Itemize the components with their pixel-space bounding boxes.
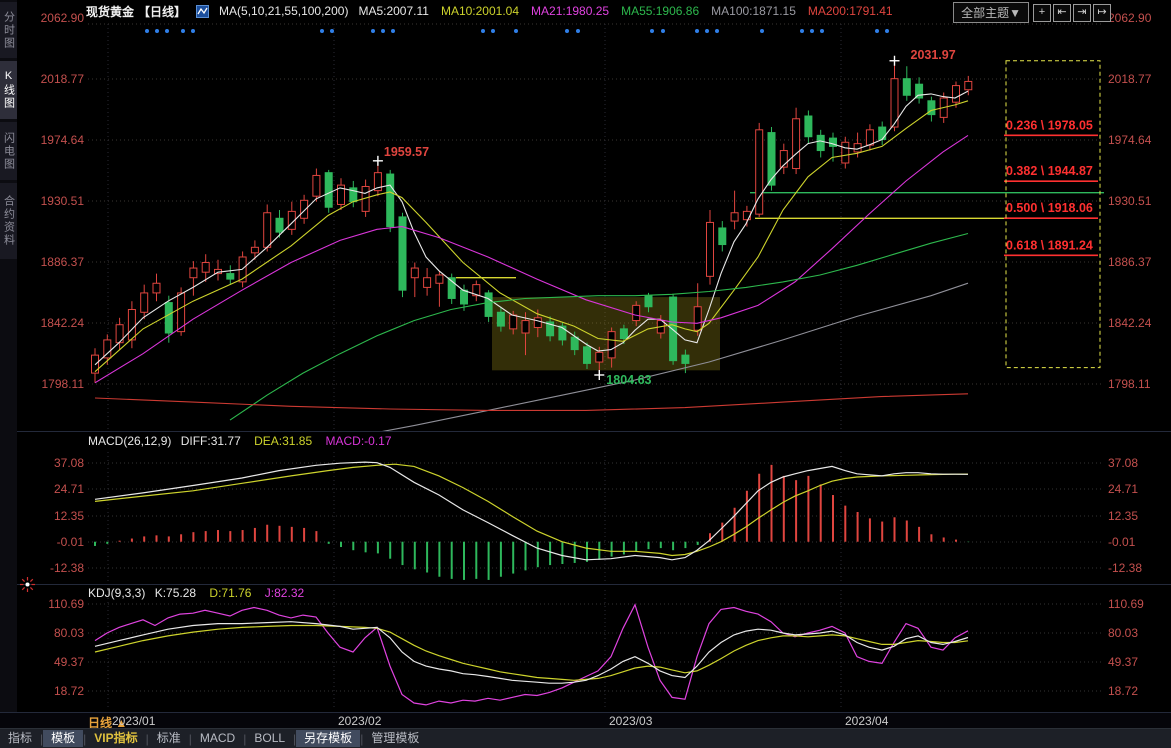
chart-type-icon[interactable] [196, 5, 209, 18]
toolbar-tab-模板[interactable]: 模板 [43, 730, 83, 747]
chart-header: 现货黄金【日线】 MA(5,10,21,55,100,200) MA5:2007… [86, 0, 893, 22]
price-axis-label: 1842.24 [1108, 316, 1152, 330]
all-themes-button[interactable]: 全部主题▼ [953, 2, 1029, 23]
price-axis-label: 2018.77 [41, 72, 85, 86]
ma-values: MA5:2007.11 MA10:2001.04 MA21:1980.25 MA55:… [358, 4, 892, 18]
kdj-title: KDJ(9,3,3) [88, 586, 145, 600]
price-axis-label: 2018.77 [1108, 72, 1152, 86]
macd-axis-label: 12.35 [1108, 509, 1138, 523]
bottom-toolbar: 指标|模板|VIP指标|标准|MACD|BOLL|另存模板|管理模板 [0, 728, 1171, 748]
sidebar-item-kline-chart[interactable]: K线图 [0, 61, 17, 119]
price-axis-label: 2062.90 [1108, 11, 1152, 25]
macd-axis-label: -0.01 [57, 535, 85, 549]
price-axis-label: 1930.51 [1108, 194, 1152, 208]
ma-value-5: MA200:1791.41 [808, 4, 893, 18]
popout-icon[interactable]: ↦ [1093, 4, 1111, 22]
sidebar-item-contract-info[interactable]: 合约资料 [0, 183, 17, 259]
price-axis-label: 1842.24 [41, 316, 85, 330]
toolbar-tab-VIP指标[interactable]: VIP指标 [86, 730, 145, 747]
price-annotation: 1959.57 [384, 145, 429, 159]
price-annotation: 1804.63 [606, 373, 651, 387]
macd-axis-label: 37.08 [54, 456, 84, 470]
price-axis-label: 1930.51 [41, 194, 85, 208]
kdj-k-value: K:75.28 [155, 586, 196, 600]
macd-axis-label: 24.71 [54, 482, 84, 496]
price-axis-label: 2062.90 [41, 11, 85, 25]
toolbar-tab-另存模板[interactable]: 另存模板 [296, 730, 360, 747]
ma-settings-label: MA(5,10,21,55,100,200) [219, 4, 348, 18]
toolbar-tab-MACD[interactable]: MACD [192, 730, 243, 747]
macd-axis-label: 12.35 [54, 509, 84, 523]
macd-panel-title: MACD(26,12,9) DIFF:31.77 DEA:31.85 MACD:… [88, 434, 392, 448]
price-axis-label: 1886.37 [41, 255, 85, 269]
chart-type-sidebar: 分时图 K线图 闪电图 合约资料 [0, 0, 17, 712]
toolbar-tab-管理模板[interactable]: 管理模板 [363, 730, 427, 747]
price-axis-label: 1798.11 [42, 377, 85, 391]
kdj-axis-label: 49.37 [54, 655, 84, 669]
indicator-settings-icon[interactable] [20, 577, 35, 592]
kdj-axis-label: 80.03 [1108, 626, 1138, 640]
kdj-axis-label: 18.72 [1108, 684, 1138, 698]
scroll-right-icon[interactable]: ⇥ [1073, 4, 1091, 22]
date-label: 2023/04 [845, 714, 888, 728]
kdj-axis-label: 110.69 [1108, 597, 1144, 611]
date-label: 2023/02 [338, 714, 381, 728]
macd-dea-value: DEA:31.85 [254, 434, 312, 448]
chart-canvas[interactable]: 0.236 \ 1978.05 0.382 \ 1944.87 0.500 \ 19… [0, 0, 1171, 747]
macd-axis-label: -0.01 [1108, 535, 1136, 549]
top-controls: 全部主题▼ +⇤⇥↦ [953, 2, 1111, 23]
kdj-axis-label: 80.03 [54, 626, 84, 640]
kdj-axis-label: 49.37 [1108, 655, 1138, 669]
scroll-left-icon[interactable]: ⇤ [1053, 4, 1071, 22]
toolbar-tab-BOLL[interactable]: BOLL [246, 730, 293, 747]
kdj-panel-title: KDJ(9,3,3) K:75.28 D:71.76 J:82.32 [88, 586, 304, 600]
fib-level-label: 0.382 \ 1944.87 [1006, 164, 1093, 178]
macd-axis-label: 37.08 [1108, 456, 1138, 470]
fib-level-label: 0.618 \ 1891.24 [1006, 238, 1093, 252]
price-axis-label: 1798.11 [1108, 377, 1151, 391]
ma-value-3: MA55:1906.86 [621, 4, 699, 18]
macd-title: MACD(26,12,9) [88, 434, 171, 448]
date-label: 2023/03 [609, 714, 652, 728]
sidebar-item-flash-chart[interactable]: 闪电图 [0, 122, 17, 180]
price-annotation: 2031.97 [911, 48, 956, 62]
kdj-j-value: J:82.32 [265, 586, 304, 600]
price-axis-label: 1886.37 [1108, 255, 1152, 269]
macd-axis-label: -12.38 [1108, 561, 1142, 575]
price-axis-label: 1974.64 [41, 133, 85, 147]
toolbar-tab-标准[interactable]: 标准 [149, 730, 189, 747]
date-axis: 日线 ▲ 2023/012023/022023/032023/04 [0, 712, 1171, 728]
fib-level-label: 0.236 \ 1978.05 [1006, 118, 1093, 132]
sidebar-item-time-chart[interactable]: 分时图 [0, 2, 17, 58]
fib-level-label: 0.500 \ 1918.06 [1006, 201, 1093, 215]
macd-value: MACD:-0.17 [325, 434, 391, 448]
macd-diff-value: DIFF:31.77 [181, 434, 241, 448]
kdj-d-value: D:71.76 [209, 586, 251, 600]
ma-value-4: MA100:1871.15 [711, 4, 796, 18]
kdj-axis-label: 110.69 [48, 597, 84, 611]
period-tag: 【日线】 [138, 3, 186, 20]
crosshair-icon[interactable]: + [1033, 4, 1051, 22]
macd-axis-label: 24.71 [1108, 482, 1138, 496]
toolbar-tab-指标[interactable]: 指标 [0, 730, 40, 747]
date-label: 2023/01 [112, 714, 155, 728]
ma-value-1: MA10:2001.04 [441, 4, 519, 18]
macd-axis-label: -12.38 [50, 561, 84, 575]
kdj-axis-label: 18.72 [54, 684, 84, 698]
ma-value-0: MA5:2007.11 [358, 4, 429, 18]
trading-app: { "header": { "symbol": "现货黄金", "period"… [0, 0, 1171, 747]
symbol-name: 现货黄金 [86, 3, 134, 20]
price-axis-label: 1974.64 [1108, 133, 1152, 147]
ma-value-2: MA21:1980.25 [531, 4, 609, 18]
